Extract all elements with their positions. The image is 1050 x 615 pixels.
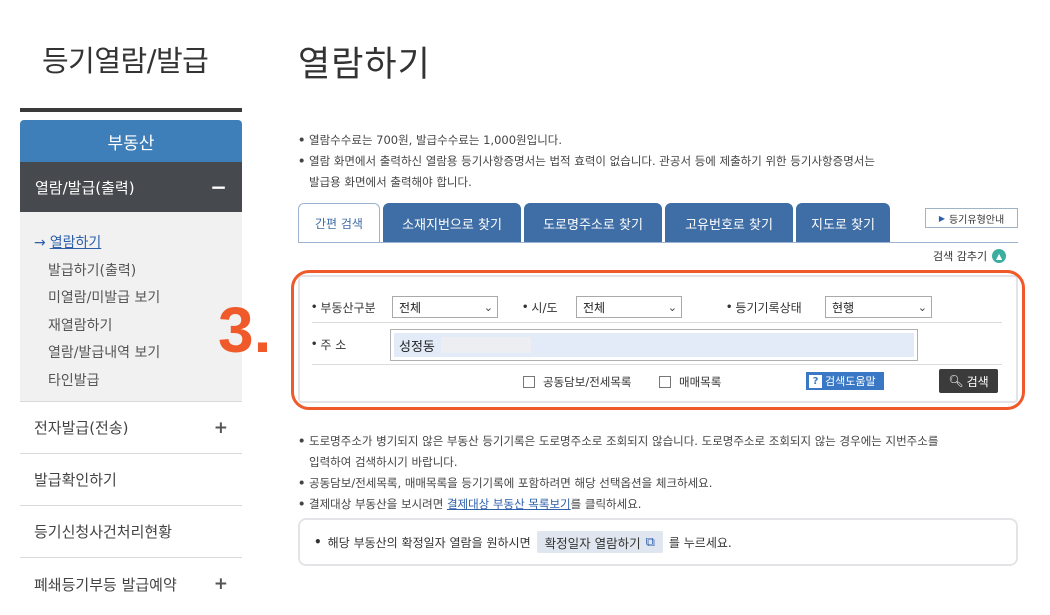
note-text: 를 클릭하세요. [570,497,642,511]
info-text: 해당 부동산의 확정일자 열람을 원하시면 [327,535,531,550]
bullet: • [298,154,306,168]
info-text: 를 누르세요. [668,535,732,550]
tab-simple-search[interactable]: 간편 검색 [298,203,380,243]
submenu-item-unviewed[interactable]: 미열람/미발급 보기 [34,285,242,313]
registry-type-guide-button[interactable]: ▶ 등기유형안내 [925,208,1018,228]
confirm-date-info: • 해당 부동산의 확정일자 열람을 원하시면 확정일자 열람하기 ⧉ 를 누르세… [298,518,1018,566]
note-fee: 열람수수료는 700원, 발급수수료는 1,000원입니다. [309,133,563,147]
sidebar-item-label: 폐쇄등기부등 발급예약 [34,575,177,594]
button-label: 등기유형안내 [948,214,1005,226]
note-road-address: 도로명주소가 병기되지 않은 부동산 등기기록은 도로명주소로 조회되지 않습니… [309,434,939,448]
hide-search-toggle[interactable]: 검색 감추기 ▲ [933,248,1007,264]
external-link-icon: ⧉ [645,534,655,550]
tab-lot-number[interactable]: 소재지번으로 찾기 [383,203,521,243]
submenu-item-review[interactable]: 재열람하기 [34,313,242,341]
bullet: • [298,497,306,511]
sidebar-item-label: 전자발급(전송) [34,419,129,437]
sidebar-item-view-issue[interactable]: 열람/발급(출력) − [20,162,242,212]
sidebar-item-label: 발급확인하기 [34,471,117,489]
submenu-item-others-issue[interactable]: 타인발급 [34,368,242,396]
button-label: 확정일자 열람하기 [544,535,641,551]
annotation-highlight [291,270,1025,410]
annotation-step-number: 3. [218,294,272,366]
sidebar-submenu: → 열람하기 발급하기(출력) 미열람/미발급 보기 재열람하기 열람/발급내역 … [20,212,242,402]
notes-bottom: • 도로명주소가 병기되지 않은 부동산 등기기록은 도로명주소로 조회되지 않습… [298,431,1018,515]
sidebar-item-electronic-issue[interactable]: 전자발급(전송) + [20,402,242,454]
sidebar-item-label: 열람/발급(출력) [35,178,135,197]
search-tabs: 간편 검색 소재지번으로 찾기 도로명주소로 찾기 고유번호로 찾기 지도로 찾… [298,203,893,243]
note-road-address-cont: 입력하여 검색하시기 바랍니다. [309,455,458,469]
note-legal-cont: 발급용 화면에서 출력해야 합니다. [309,175,472,189]
sidebar-item-case-status[interactable]: 등기신청사건처리현황 [20,506,242,558]
tab-unique-number[interactable]: 고유번호로 찾기 [665,203,793,243]
expand-icon[interactable]: + [214,574,228,594]
notes-top: • 열람수수료는 700원, 발급수수료는 1,000원입니다. • 열람 화면에서… [298,130,1018,193]
sidebar-item-closed-reservation[interactable]: 폐쇄등기부등 발급예약 + [20,558,242,610]
note-legal: 열람 화면에서 출력하신 열람용 등기사항증명서는 법적 효력이 없습니다. 관… [309,154,875,168]
submenu-item-view[interactable]: → 열람하기 [34,230,242,258]
bullet: • [298,476,306,490]
tab-road-address[interactable]: 도로명주소로 찾기 [524,203,662,243]
payment-list-link[interactable]: 결제대상 부동산 목록보기 [447,497,571,511]
toggle-label: 검색 감추기 [933,250,988,263]
sidebar-item-issue-confirm[interactable]: 발급확인하기 [20,454,242,506]
tab-underline [298,242,1018,243]
bullet: • [314,535,322,549]
tab-map[interactable]: 지도로 찾기 [796,203,890,243]
arrow-right-icon: → [34,235,46,251]
submenu-item-issue[interactable]: 발급하기(출력) [34,258,242,286]
bullet: • [298,434,306,448]
chevron-up-icon: ▲ [992,249,1007,263]
note-payment: 결제대상 부동산을 보시려면 결제대상 부동산 목록보기를 클릭하세요. [309,494,641,515]
sidebar-item-label: 등기신청사건처리현황 [34,523,173,541]
note-options: 공동담보/전세목록, 매매목록을 등기기록에 포함하려면 해당 선택옵션을 체크… [309,476,713,490]
submenu-item-history[interactable]: 열람/발급내역 보기 [34,340,242,368]
collapse-icon[interactable]: − [210,177,227,197]
triangle-right-icon: ▶ [938,213,945,223]
note-text: 결제대상 부동산을 보시려면 [309,497,447,511]
page-title: 열람하기 [298,45,431,85]
category-header-real-estate[interactable]: 부동산 [20,120,242,162]
confirm-date-view-button[interactable]: 확정일자 열람하기 ⧉ [536,531,663,553]
sidebar-title: 등기열람/발급 [42,44,209,78]
sidebar-divider [20,108,242,112]
bullet: • [298,133,306,147]
expand-icon[interactable]: + [214,418,228,438]
